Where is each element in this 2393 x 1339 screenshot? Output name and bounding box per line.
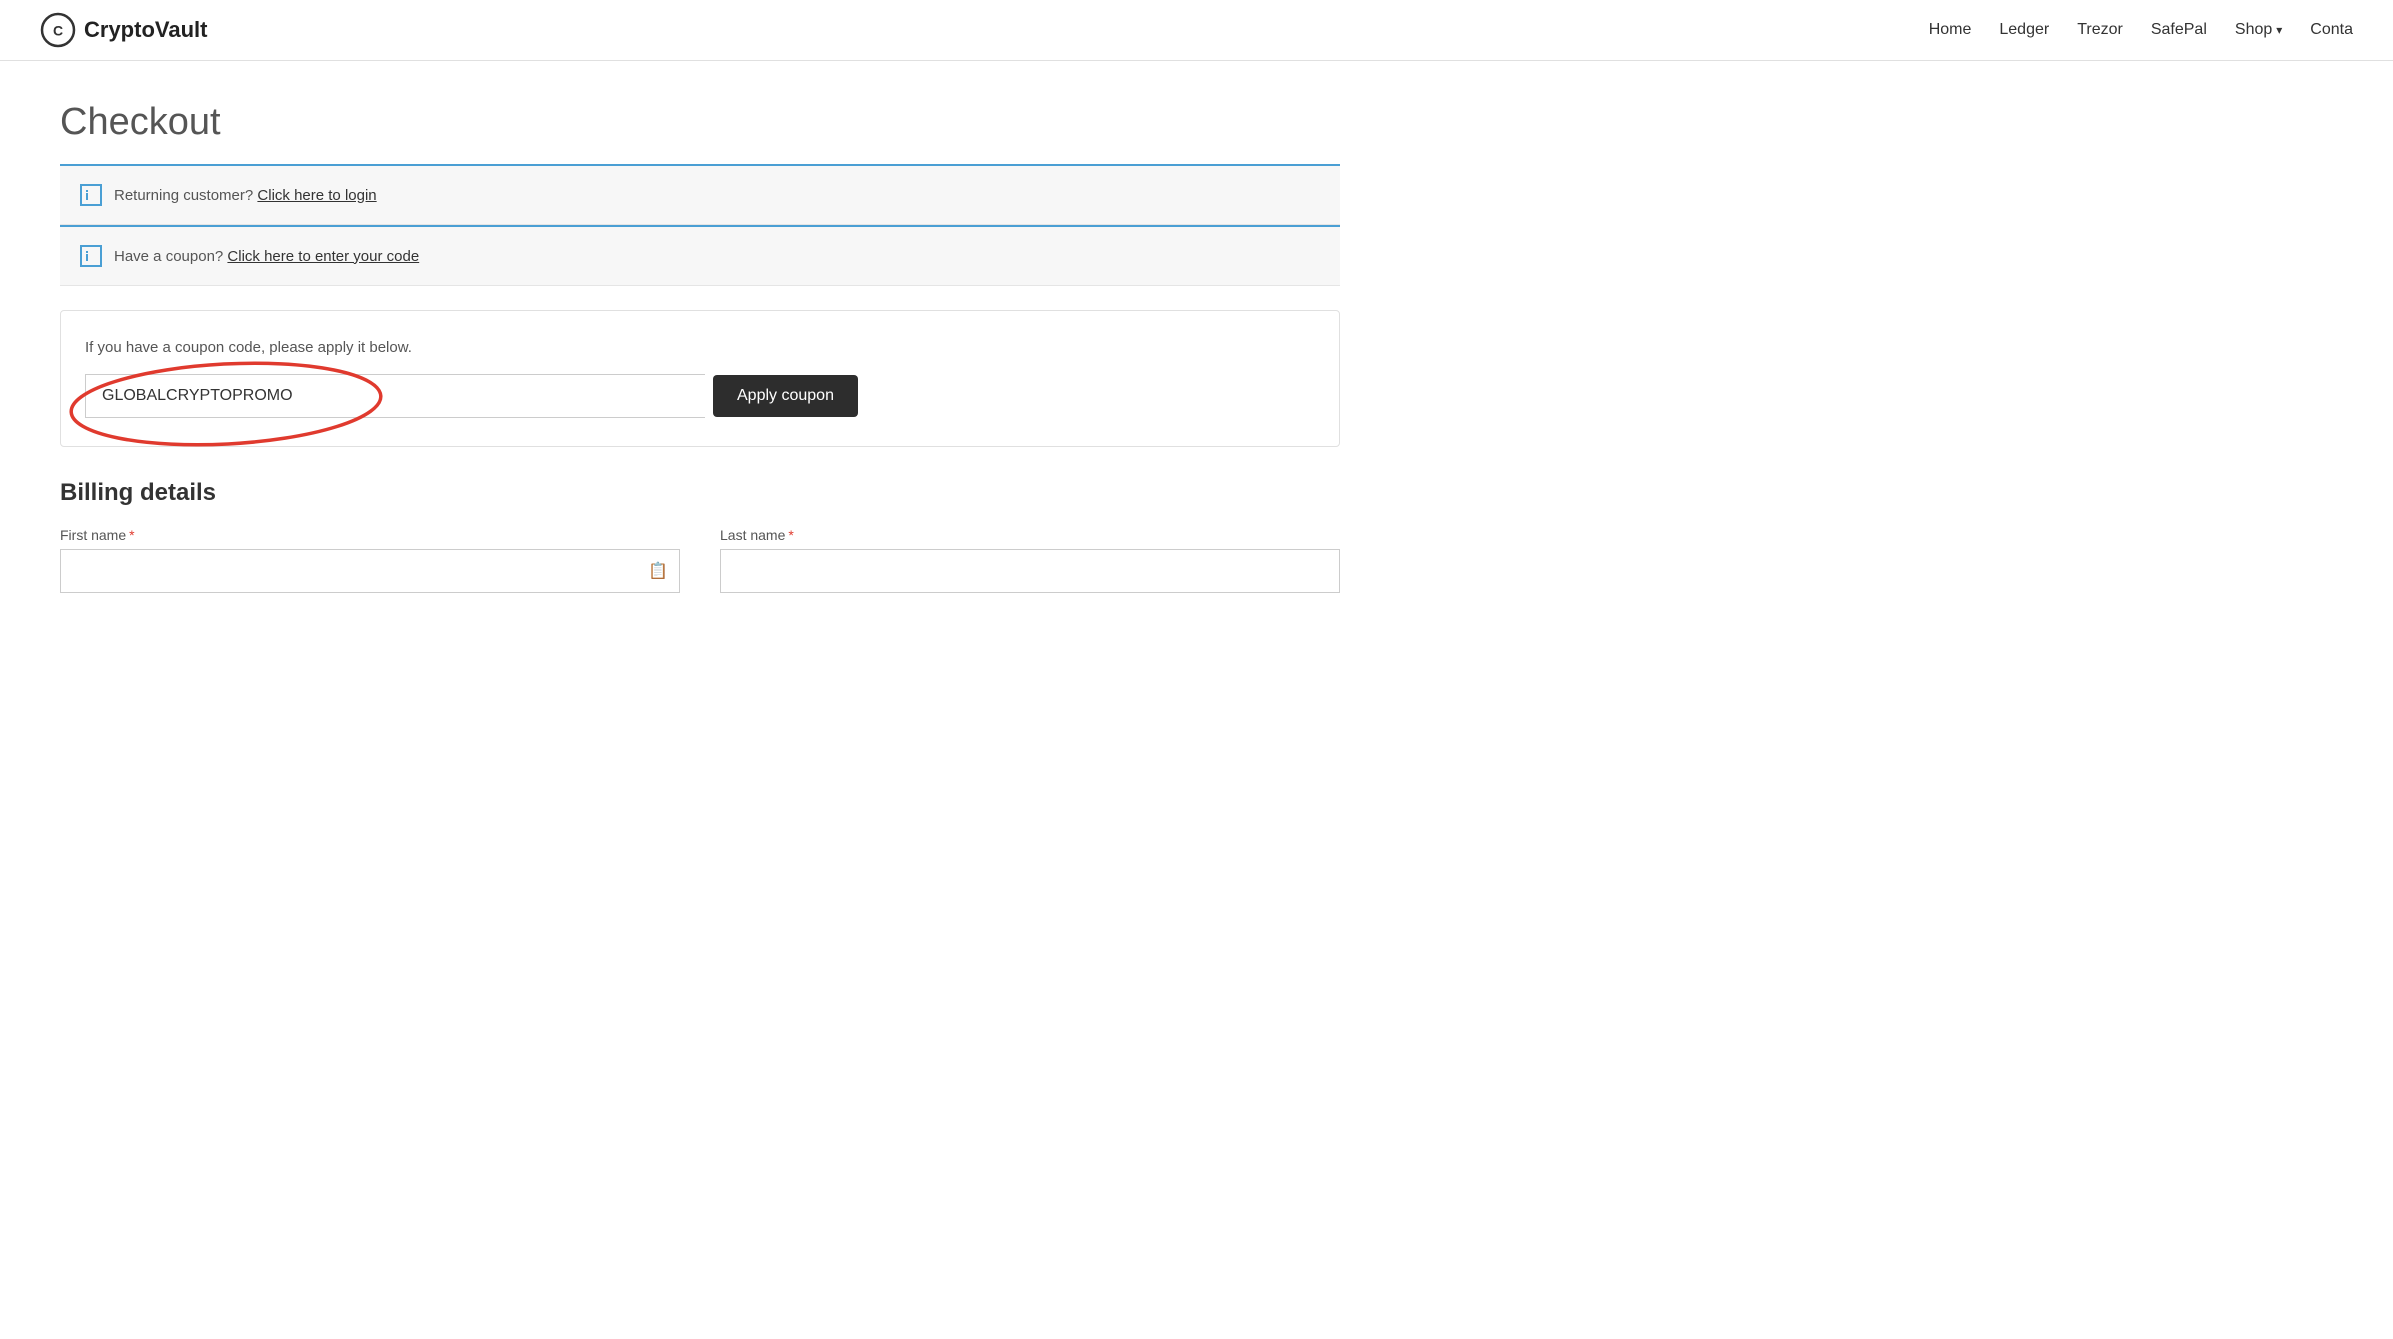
apply-coupon-button[interactable]: Apply coupon — [713, 375, 858, 417]
info-icon — [85, 189, 97, 201]
billing-name-row: First name* 📋 Last name* — [60, 527, 1340, 593]
last-name-label: Last name* — [720, 527, 1340, 543]
nav-safepal[interactable]: SafePal — [2151, 21, 2207, 39]
last-name-input-wrapper — [720, 549, 1340, 593]
first-name-input-wrapper: 📋 — [60, 549, 680, 593]
last-name-input[interactable] — [720, 549, 1340, 593]
last-name-required: * — [788, 527, 793, 543]
last-name-group: Last name* — [720, 527, 1340, 593]
coupon-notice-text: Have a coupon? Click here to enter your … — [114, 248, 419, 265]
coupon-notice-icon — [80, 245, 102, 267]
svg-text:C: C — [53, 23, 63, 39]
nav-shop[interactable]: Shop ▾ — [2235, 21, 2282, 39]
first-name-required: * — [129, 527, 134, 543]
login-link[interactable]: Click here to login — [257, 187, 376, 204]
contact-card-icon: 📋 — [648, 561, 668, 581]
coupon-info-icon — [85, 250, 97, 262]
nav-home[interactable]: Home — [1929, 21, 1972, 39]
returning-customer-icon — [80, 184, 102, 206]
nav-ledger[interactable]: Ledger — [1999, 21, 2049, 39]
logo-text: CryptoVault — [84, 17, 207, 43]
first-name-label: First name* — [60, 527, 680, 543]
main-content: Checkout Returning customer? Click here … — [0, 61, 1400, 653]
logo-area: C CryptoVault — [40, 12, 207, 48]
coupon-input-row: Apply coupon — [85, 374, 1315, 418]
nav-trezor[interactable]: Trezor — [2077, 21, 2123, 39]
page-title: Checkout — [60, 101, 1340, 144]
main-nav: Home Ledger Trezor SafePal Shop ▾ Conta — [1929, 21, 2353, 39]
nav-conta[interactable]: Conta — [2310, 21, 2353, 39]
first-name-group: First name* 📋 — [60, 527, 680, 593]
billing-section: Billing details First name* 📋 Last name* — [60, 479, 1340, 593]
returning-customer-bar: Returning customer? Click here to login — [60, 166, 1340, 225]
coupon-code-input[interactable] — [85, 374, 705, 418]
chevron-down-icon: ▾ — [2276, 23, 2282, 37]
header: C CryptoVault Home Ledger Trezor SafePal… — [0, 0, 2393, 61]
billing-title: Billing details — [60, 479, 1340, 507]
coupon-input-wrapper — [85, 374, 705, 418]
coupon-instructions: If you have a coupon code, please apply … — [85, 339, 1315, 356]
coupon-notice-bar: Have a coupon? Click here to enter your … — [60, 227, 1340, 286]
returning-customer-text: Returning customer? Click here to login — [114, 187, 377, 204]
logo-icon: C — [40, 12, 76, 48]
coupon-section: If you have a coupon code, please apply … — [60, 310, 1340, 447]
coupon-link[interactable]: Click here to enter your code — [227, 248, 419, 265]
first-name-input[interactable] — [60, 549, 680, 593]
